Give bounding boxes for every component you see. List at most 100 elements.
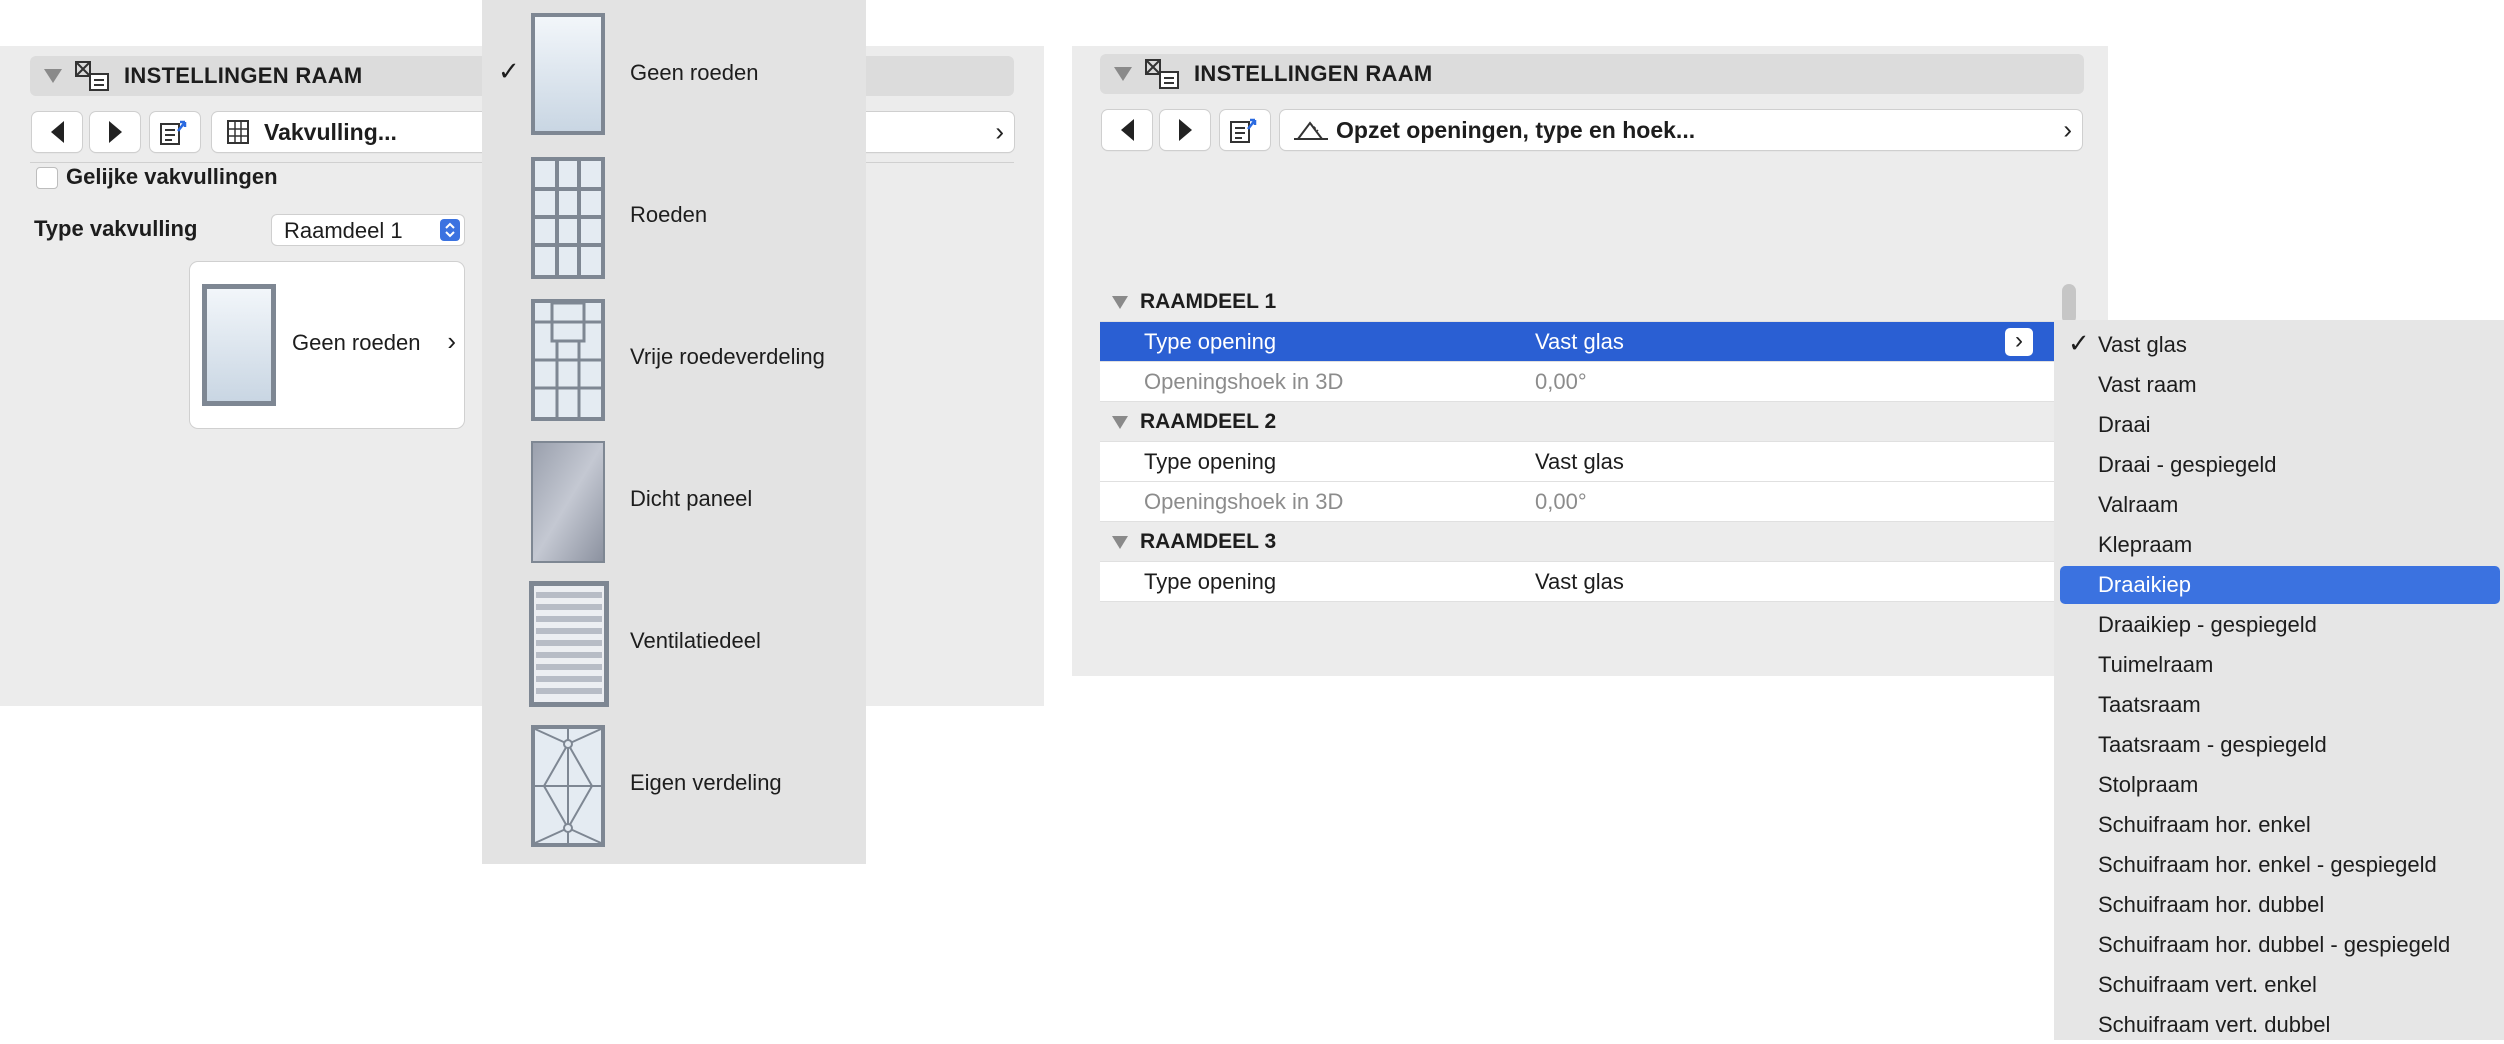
row-label: Type opening <box>1144 449 1277 474</box>
right-prev-button[interactable] <box>1102 110 1152 150</box>
menu-item-schuifraam-hor-enkel-gespiegeld[interactable]: Schuifraam hor. enkel - gespiegeld <box>2054 846 2504 884</box>
menu-item-tuimelraam[interactable]: Tuimelraam <box>2054 646 2504 684</box>
menu-item-label: Geen roeden <box>630 60 759 85</box>
window-settings-icon <box>75 61 109 91</box>
row-label: Type opening <box>1144 569 1277 594</box>
collapse-triangle-icon[interactable] <box>1112 536 1128 549</box>
left-next-button[interactable] <box>90 112 140 152</box>
menu-item-stolpraam[interactable]: Stolpraam <box>2054 766 2504 804</box>
collapse-triangle-icon[interactable] <box>1112 296 1128 309</box>
menu-item-draaikiep[interactable]: Draaikiep <box>2060 566 2500 604</box>
menu-item-label: Roeden <box>630 202 708 227</box>
table-row-type-opening-3[interactable]: Type opening Vast glas <box>1100 562 2055 602</box>
arrow-right-icon <box>1178 119 1192 141</box>
menu-item-label: Draai <box>2098 412 2151 437</box>
right-next-button[interactable] <box>1160 110 1210 150</box>
arrow-left-icon <box>50 121 64 143</box>
table-row-opening-angle-1[interactable]: Openingshoek in 3D 0,00° <box>1100 362 2055 402</box>
checkmark-icon: ✓ <box>2068 328 2090 358</box>
group-raamdeel-2[interactable]: RAAMDEEL 2 <box>1100 402 2055 442</box>
type-fill-value: Raamdeel 1 <box>284 218 403 243</box>
collapse-triangle-icon[interactable] <box>1114 67 1132 81</box>
menu-item-label: Dicht paneel <box>630 486 753 511</box>
menu-item-draai[interactable]: Draai <box>2054 406 2504 444</box>
menu-item-schuifraam-hor-enkel[interactable]: Schuifraam hor. enkel <box>2054 806 2504 844</box>
plain-glass-icon <box>531 13 605 135</box>
menu-item-vast-raam[interactable]: Vast raam <box>2054 366 2504 404</box>
menu-item-label: Schuifraam vert. enkel <box>2098 972 2317 997</box>
menu-item-label: Eigen verdeling <box>630 770 782 795</box>
menu-item-label: Vrije roedeverdeling <box>630 344 825 369</box>
menu-item-draaikiep-gespiegeld[interactable]: Draaikiep - gespiegeld <box>2054 606 2504 644</box>
chevron-right-icon: › <box>447 326 456 356</box>
opening-type-menu: ✓ Vast glas Vast raam Draai Draai - gespi… <box>2054 320 2504 1040</box>
fill-preview-label: Geen roeden <box>292 330 421 355</box>
window-grid-icon <box>227 120 249 144</box>
group-raamdeel-1[interactable]: RAAMDEEL 1 <box>1100 282 2055 322</box>
opening-angle-icon <box>1294 121 1328 140</box>
menu-item-label: Valraam <box>2098 492 2179 517</box>
collapse-triangle-icon[interactable] <box>44 69 62 83</box>
group-raamdeel-3[interactable]: RAAMDEEL 3 <box>1100 522 2055 562</box>
menu-item-schuifraam-hor-dubbel-gespiegeld[interactable]: Schuifraam hor. dubbel - gespiegeld <box>2054 926 2504 964</box>
left-nav-label: Vakvulling... <box>264 118 397 145</box>
menu-item-label: Schuifraam hor. dubbel - gespiegeld <box>2098 932 2451 957</box>
row-value: 0,00° <box>1535 369 1587 394</box>
menu-item-label: Draai - gespiegeld <box>2098 452 2277 477</box>
table-row-opening-angle-2[interactable]: Openingshoek in 3D 0,00° <box>1100 482 2055 522</box>
group-label: RAAMDEEL 1 <box>1140 290 1277 313</box>
checkmark-icon: ✓ <box>498 55 520 86</box>
menu-item-label: Schuifraam vert. dubbel <box>2098 1012 2331 1037</box>
menu-item-label: Draaikiep <box>2098 572 2191 597</box>
group-label: RAAMDEEL 2 <box>1140 410 1277 433</box>
type-fill-select[interactable]: Raamdeel 1 <box>272 215 464 245</box>
left-favorites-button[interactable] <box>150 112 200 152</box>
menu-item-label: Taatsraam - gespiegeld <box>2098 732 2327 757</box>
solid-panel-icon <box>531 441 605 563</box>
row-value: Vast glas <box>1535 329 1624 354</box>
table-row-type-opening-2[interactable]: Type opening Vast glas <box>1100 442 2055 482</box>
right-nav-selector[interactable]: Opzet openingen, type en hoek... › <box>1280 110 2082 150</box>
menu-item-valraam[interactable]: Valraam <box>2054 486 2504 524</box>
row-value: 0,00° <box>1535 489 1587 514</box>
menu-item-draai-gespiegeld[interactable]: Draai - gespiegeld <box>2054 446 2504 484</box>
menu-item-label: Ventilatiedeel <box>630 628 761 653</box>
menu-item-ventilatiedeel[interactable]: Ventilatiedeel <box>482 568 866 710</box>
right-favorites-button[interactable] <box>1220 110 1270 150</box>
left-panel-title: INSTELLINGEN RAAM <box>124 63 363 88</box>
menu-item-vast-glas[interactable]: ✓ Vast glas <box>2054 326 2504 364</box>
menu-item-schuifraam-vert-dubbel[interactable]: Schuifraam vert. dubbel <box>2054 1006 2504 1044</box>
menu-item-label: Vast raam <box>2098 372 2197 397</box>
diamond-pattern-icon <box>531 725 605 847</box>
menu-item-roeden[interactable]: Roeden <box>482 142 866 284</box>
table-row-type-opening-1[interactable]: Type opening Vast glas › <box>1100 322 2055 362</box>
arrow-left-icon <box>1120 119 1134 141</box>
menu-item-taatsraam-gespiegeld[interactable]: Taatsraam - gespiegeld <box>2054 726 2504 764</box>
menu-item-klepraam[interactable]: Klepraam <box>2054 526 2504 564</box>
plain-glass-thumbnail <box>202 284 276 406</box>
row-popup-button[interactable]: › <box>2005 328 2033 356</box>
left-prev-button[interactable] <box>32 112 82 152</box>
right-nav-label: Opzet openingen, type en hoek... <box>1336 116 1696 143</box>
fill-preview-card[interactable]: Geen roeden › <box>190 262 464 428</box>
menu-item-eigen-verdeling[interactable]: Eigen verdeling <box>482 710 866 852</box>
right-panel-header[interactable]: INSTELLINGEN RAAM <box>1100 54 2084 94</box>
row-value: Vast glas <box>1535 449 1624 474</box>
menu-item-dicht-paneel[interactable]: Dicht paneel <box>482 426 866 568</box>
row-label: Openingshoek in 3D <box>1144 369 1344 394</box>
menu-item-schuifraam-vert-enkel[interactable]: Schuifraam vert. enkel <box>2054 966 2504 1004</box>
menu-item-vrije-roedeverdeling[interactable]: Vrije roedeverdeling <box>482 284 866 426</box>
equal-fills-checkbox[interactable] <box>36 167 58 189</box>
row-value: Vast glas <box>1535 569 1624 594</box>
menu-item-taatsraam[interactable]: Taatsraam <box>2054 686 2504 724</box>
menu-item-label: Draaikiep - gespiegeld <box>2098 612 2317 637</box>
menu-item-label: Taatsraam <box>2098 692 2201 717</box>
window-settings-icon <box>1145 59 1179 89</box>
row-label: Type opening <box>1144 329 1277 354</box>
menu-item-label: Schuifraam hor. enkel - gespiegeld <box>2098 852 2437 877</box>
menu-item-geen-roeden[interactable]: ✓ Geen roeden <box>482 0 866 142</box>
table-scrollbar[interactable] <box>2062 284 2076 324</box>
menu-item-schuifraam-hor-dubbel[interactable]: Schuifraam hor. dubbel <box>2054 886 2504 924</box>
collapse-triangle-icon[interactable] <box>1112 416 1128 429</box>
right-panel-title: INSTELLINGEN RAAM <box>1194 61 1433 86</box>
